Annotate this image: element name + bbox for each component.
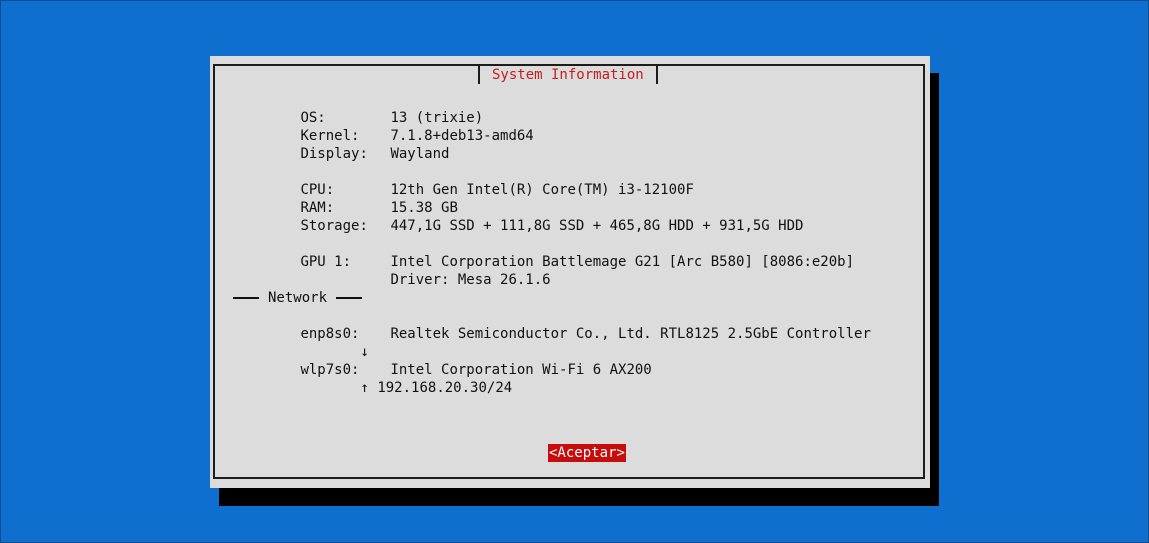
storage-value: 447,1G SSD + 111,8G SSD + 465,8G HDD + 9… <box>390 218 804 234</box>
dialog-title: System Information <box>478 66 658 84</box>
network-interface-row: enp8s0: Realtek Semiconductor Co., Ltd. R… <box>233 307 870 342</box>
network-interface-row: wlp7s0: Intel Corporation Wi-Fi 6 AX200 <box>233 343 651 378</box>
display-value: Wayland <box>390 146 450 162</box>
display-label: Display: <box>300 146 368 162</box>
interface-status-row: ↑ 192.168.20.30/24 <box>293 361 512 396</box>
interface-status-row: ↓ <box>293 325 368 360</box>
interface-address: 192.168.20.30/24 <box>377 380 513 396</box>
gpu-driver-row: Driver: Mesa 26.1.6 <box>233 253 550 288</box>
accept-button[interactable]: <Aceptar> <box>548 444 626 462</box>
display-row: Display: Wayland <box>233 127 449 162</box>
cpu-row: CPU: 12th Gen Intel(R) Core(TM) i3-12100F <box>233 163 693 198</box>
system-info-dialog: OS: 13 (trixie) Kernel: 7.1.8+deb13-amd64 … <box>210 56 930 488</box>
interface-device: Realtek Semiconductor Co., Ltd. RTL8125 … <box>390 326 871 342</box>
network-title: Network <box>268 290 328 306</box>
gpu-driver: Driver: Mesa 26.1.6 <box>390 272 551 288</box>
network-header: Network <box>233 289 363 307</box>
gpu-row: GPU 1: Intel Corporation Battlemage G21 [… <box>233 235 854 270</box>
network-divider-right <box>336 297 363 299</box>
os-row: OS: 13 (trixie) <box>233 91 483 126</box>
terminal-screen: OS: 13 (trixie) Kernel: 7.1.8+deb13-amd64 … <box>0 0 1149 543</box>
kernel-row: Kernel: 7.1.8+deb13-amd64 <box>233 109 533 144</box>
network-divider-left <box>233 297 259 299</box>
storage-label: Storage: <box>300 218 368 234</box>
up-arrow-icon: ↑ <box>360 380 369 396</box>
storage-row: Storage: 447,1G SSD + 111,8G SSD + 465,8G… <box>233 199 803 234</box>
ram-row: RAM: 15.38 GB <box>233 181 457 216</box>
dialog-frame: OS: 13 (trixie) Kernel: 7.1.8+deb13-amd64 … <box>213 64 925 479</box>
